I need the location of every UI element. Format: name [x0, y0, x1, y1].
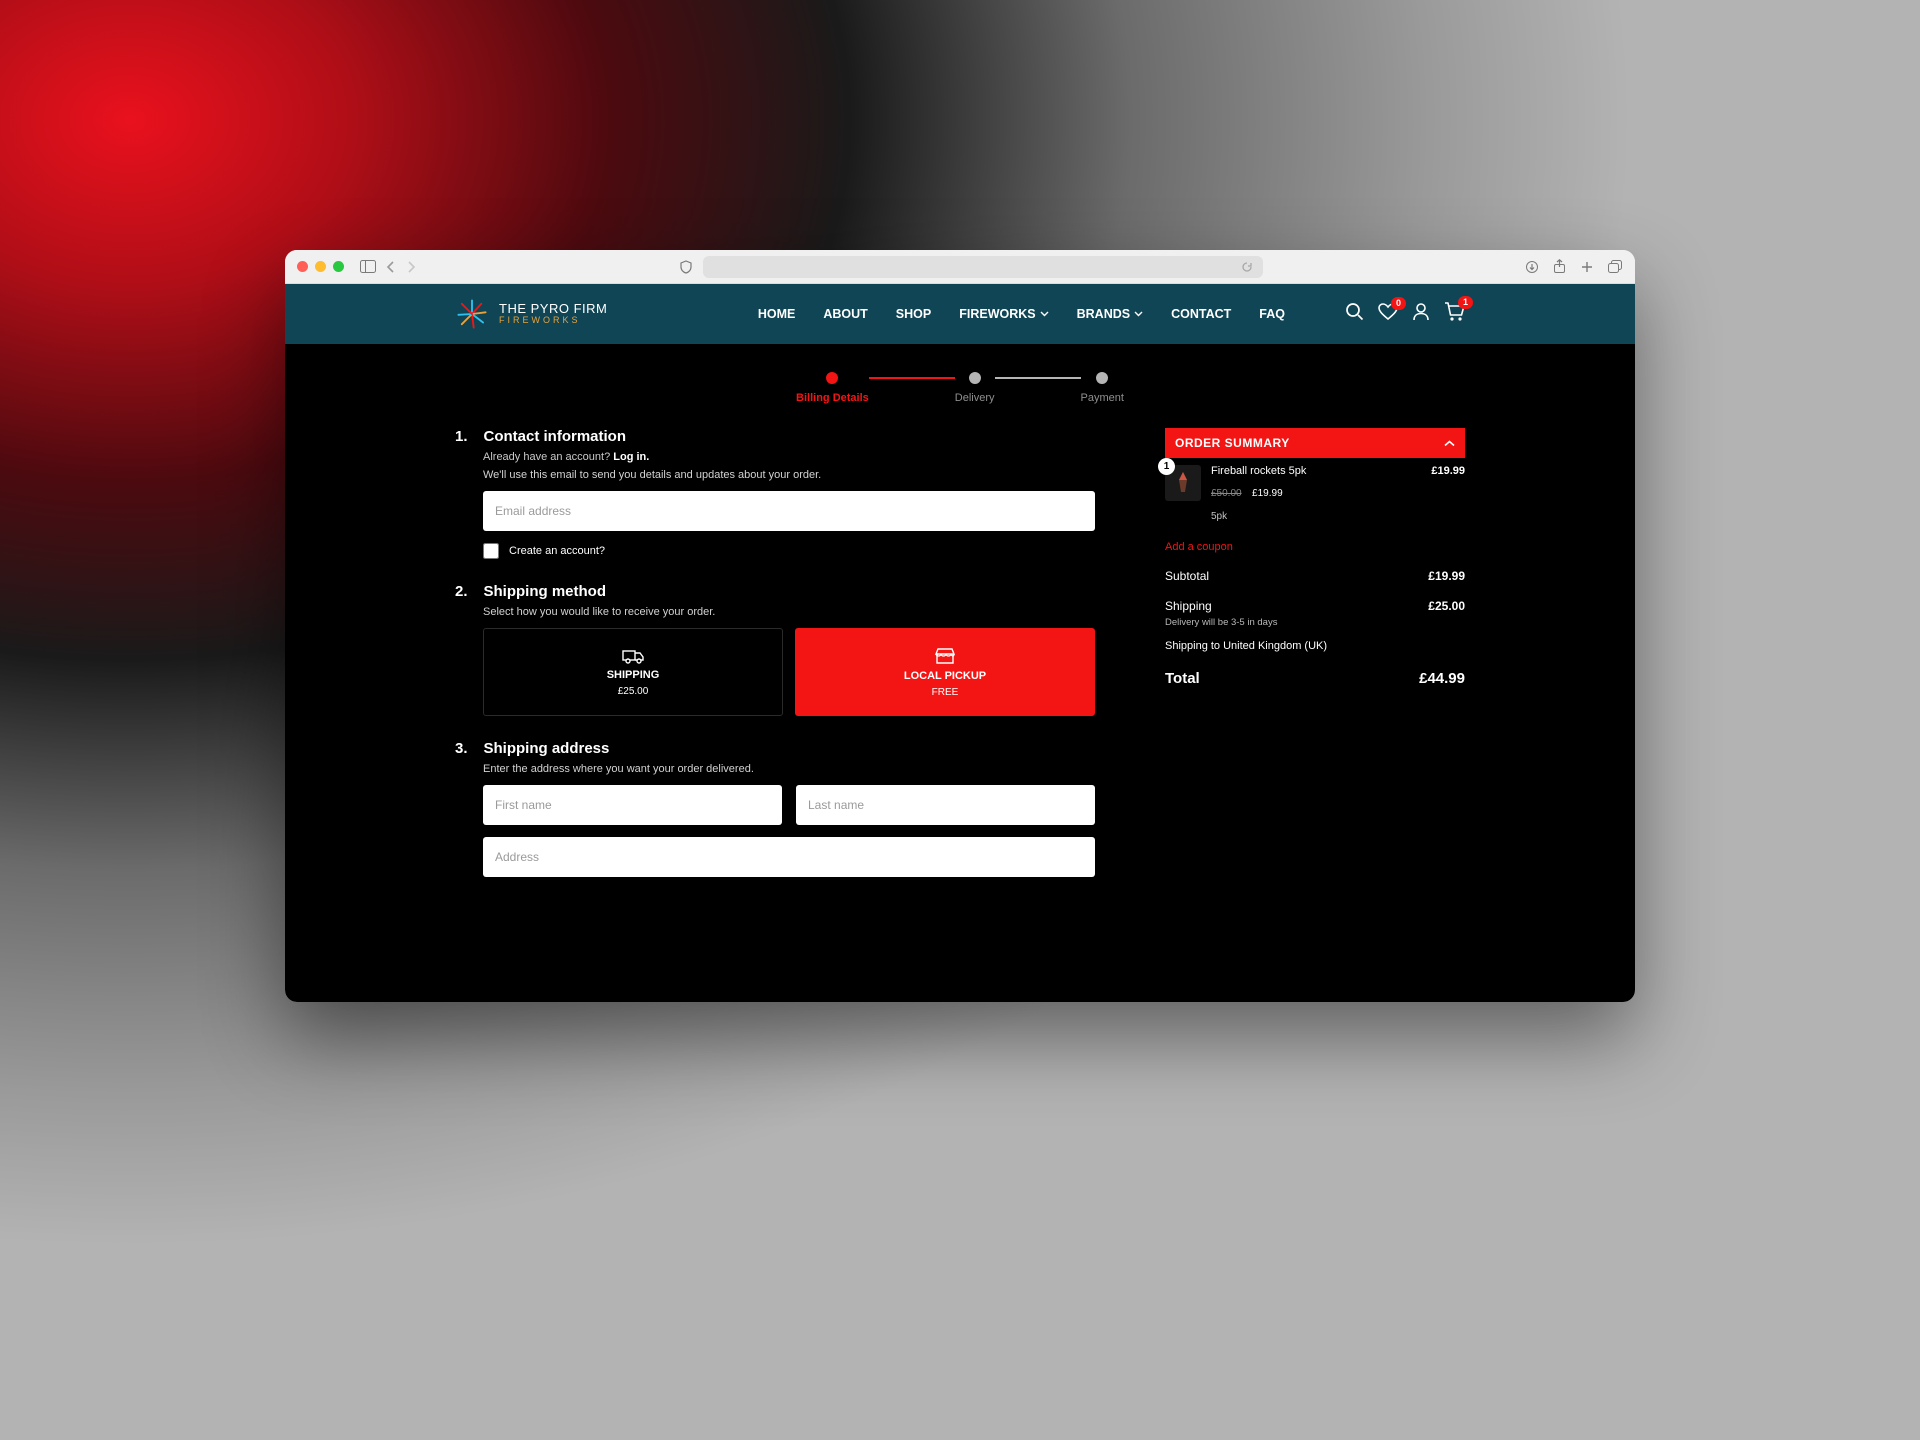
- email-field[interactable]: [483, 491, 1095, 531]
- section-title: Contact information: [484, 428, 627, 445]
- item-price: £19.99: [1431, 465, 1465, 477]
- step-label: Billing Details: [796, 392, 869, 404]
- refresh-icon[interactable]: [1241, 261, 1253, 273]
- item-old-price: £50.00: [1211, 488, 1242, 499]
- nav-brands[interactable]: BRANDS: [1077, 307, 1143, 321]
- option-price: FREE: [932, 687, 959, 698]
- browser-chrome: [285, 250, 1635, 284]
- search-icon[interactable]: [1345, 302, 1364, 326]
- item-variant: 5pk: [1211, 511, 1465, 522]
- create-account-checkbox[interactable]: Create an account?: [483, 543, 1095, 559]
- sidebar-toggle-icon[interactable]: [360, 260, 376, 273]
- cart-icon[interactable]: 1: [1444, 302, 1465, 326]
- shipping-option-delivery[interactable]: SHIPPING £25.00: [483, 628, 783, 716]
- shipping-option-pickup[interactable]: LOCAL PICKUP FREE: [795, 628, 1095, 716]
- traffic-lights: [297, 261, 344, 272]
- section-number: 3.: [455, 740, 468, 757]
- nav-home[interactable]: HOME: [758, 307, 796, 321]
- share-icon[interactable]: [1553, 259, 1566, 274]
- item-name: Fireball rockets 5pk: [1211, 465, 1306, 477]
- logo-text: THE PYRO FIRM FIREWORKS: [499, 302, 607, 326]
- account-icon[interactable]: [1412, 302, 1430, 326]
- item-new-price: £19.99: [1252, 488, 1283, 499]
- store-icon: [935, 647, 955, 665]
- chevron-down-icon: [1134, 311, 1143, 317]
- shield-icon[interactable]: [679, 260, 693, 274]
- site-logo[interactable]: THE PYRO FIRM FIREWORKS: [455, 297, 607, 331]
- truck-icon: [622, 648, 644, 664]
- total-row: Total£44.99: [1165, 670, 1465, 687]
- minimize-window-icon[interactable]: [315, 261, 326, 272]
- section-number: 1.: [455, 428, 468, 445]
- chevron-up-icon: [1444, 440, 1455, 447]
- option-label: SHIPPING: [607, 669, 660, 681]
- logo-line2: FIREWORKS: [499, 316, 607, 326]
- progress-bar: [995, 377, 1081, 379]
- maximize-window-icon[interactable]: [333, 261, 344, 272]
- section-shipping-method: 2. Shipping method Select how you would …: [455, 583, 1095, 716]
- checkbox-label: Create an account?: [509, 545, 605, 557]
- nav-shop[interactable]: SHOP: [896, 307, 931, 321]
- order-summary: ORDER SUMMARY 1 Fireball rockets 5pk £19…: [1165, 428, 1465, 901]
- section-shipping-address: 3. Shipping address Enter the address wh…: [455, 740, 1095, 877]
- firework-logo-icon: [455, 297, 489, 331]
- shipping-destination: Shipping to United Kingdom (UK): [1165, 640, 1465, 652]
- logo-line1: THE PYRO FIRM: [499, 302, 607, 316]
- section-contact: 1. Contact information Already have an a…: [455, 428, 1095, 559]
- section-desc: Select how you would like to receive you…: [483, 606, 1095, 618]
- create-account-input[interactable]: [483, 543, 499, 559]
- page-body: THE PYRO FIRM FIREWORKS HOME ABOUT SHOP …: [285, 284, 1635, 1002]
- section-title: Shipping address: [484, 740, 610, 757]
- add-coupon-link[interactable]: Add a coupon: [1165, 541, 1465, 553]
- section-desc: We'll use this email to send you details…: [483, 469, 1095, 481]
- main-nav: HOME ABOUT SHOP FIREWORKS BRANDS CONTACT…: [758, 307, 1285, 321]
- shipping-row: Shipping£25.00: [1165, 599, 1465, 613]
- downloads-icon[interactable]: [1525, 259, 1539, 274]
- nav-back-icon[interactable]: [386, 260, 396, 274]
- chevron-down-icon: [1040, 311, 1049, 317]
- last-name-field[interactable]: [796, 785, 1095, 825]
- site-header: THE PYRO FIRM FIREWORKS HOME ABOUT SHOP …: [285, 284, 1635, 344]
- option-price: £25.00: [618, 686, 649, 697]
- new-tab-icon[interactable]: [1580, 259, 1594, 274]
- step-payment[interactable]: Payment: [1081, 372, 1124, 404]
- browser-window: THE PYRO FIRM FIREWORKS HOME ABOUT SHOP …: [285, 250, 1635, 1002]
- close-window-icon[interactable]: [297, 261, 308, 272]
- section-title: Shipping method: [484, 583, 606, 600]
- wishlist-badge: 0: [1391, 297, 1406, 310]
- step-label: Payment: [1081, 392, 1124, 404]
- rocket-icon: [1172, 470, 1194, 496]
- nav-contact[interactable]: CONTACT: [1171, 307, 1231, 321]
- step-billing[interactable]: Billing Details: [796, 372, 869, 404]
- summary-title: ORDER SUMMARY: [1175, 436, 1290, 450]
- shipping-note: Delivery will be 3-5 in days: [1165, 617, 1465, 628]
- nav-forward-icon[interactable]: [406, 260, 416, 274]
- first-name-field[interactable]: [483, 785, 782, 825]
- checkout-progress: Billing Details Delivery Payment: [285, 372, 1635, 404]
- login-link[interactable]: Log in.: [613, 451, 649, 463]
- section-number: 2.: [455, 583, 468, 600]
- nav-about[interactable]: ABOUT: [823, 307, 867, 321]
- tabs-overview-icon[interactable]: [1608, 259, 1623, 274]
- step-delivery[interactable]: Delivery: [955, 372, 995, 404]
- wishlist-icon[interactable]: 0: [1378, 303, 1398, 326]
- item-qty-badge: 1: [1158, 458, 1175, 475]
- item-thumbnail[interactable]: 1: [1165, 465, 1201, 501]
- cart-item: 1 Fireball rockets 5pk £19.99 £50.00 £19…: [1165, 458, 1465, 529]
- nav-faq[interactable]: FAQ: [1259, 307, 1285, 321]
- account-prompt: Already have an account? Log in.: [483, 451, 1095, 463]
- option-label: LOCAL PICKUP: [904, 670, 986, 682]
- address-field[interactable]: [483, 837, 1095, 877]
- nav-fireworks[interactable]: FIREWORKS: [959, 307, 1048, 321]
- nav-actions: 0 1: [1345, 302, 1465, 326]
- step-label: Delivery: [955, 392, 995, 404]
- subtotal-row: Subtotal£19.99: [1165, 569, 1465, 583]
- checkout-content: 1. Contact information Already have an a…: [285, 428, 1635, 941]
- cart-badge: 1: [1458, 296, 1473, 309]
- section-desc: Enter the address where you want your or…: [483, 763, 1095, 775]
- summary-header[interactable]: ORDER SUMMARY: [1165, 428, 1465, 458]
- url-bar[interactable]: [703, 256, 1263, 278]
- checkout-form: 1. Contact information Already have an a…: [455, 428, 1095, 901]
- progress-bar: [869, 377, 955, 379]
